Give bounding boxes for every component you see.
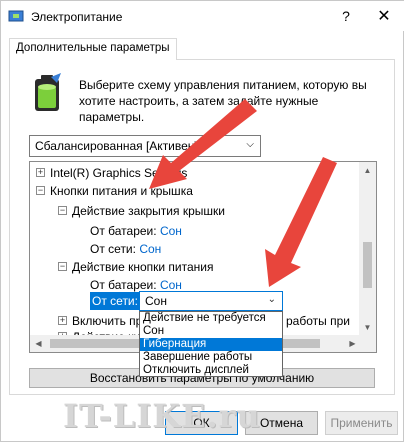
collapse-minus-icon[interactable]: − [36, 186, 45, 195]
collapse-minus-icon[interactable]: − [58, 206, 67, 215]
tree-item-intel-graphics[interactable]: + Intel(R) Graphics Settings [36, 164, 187, 182]
option-do-nothing[interactable]: Действие не требуется [140, 312, 282, 325]
power-scheme-select[interactable]: Сбалансированная [Активен] ⌵ [29, 135, 261, 157]
description-text: Выберите схему управления питанием, кото… [79, 78, 367, 124]
tree-item-lid-on-battery[interactable]: От батареи: Сон [90, 222, 182, 240]
lid-plugged-in-value[interactable]: Сон [139, 242, 161, 256]
tree-item-power-buttons-lid[interactable]: − Кнопки питания и крышка [36, 182, 193, 200]
option-sleep[interactable]: Сон [140, 325, 282, 338]
button-on-battery-value[interactable]: Сон [160, 278, 182, 292]
scrollbar-corner [359, 335, 376, 352]
tab-advanced-settings[interactable]: Дополнительные параметры [9, 38, 177, 60]
scroll-left-arrow-icon[interactable]: ◀ [30, 335, 47, 352]
close-button[interactable]: ✕ [369, 3, 399, 29]
scroll-down-arrow-icon[interactable]: ▼ [359, 319, 376, 336]
tree-item-lid-plugged-in[interactable]: От сети: Сон [90, 240, 161, 258]
window-title: Электропитание [31, 10, 123, 24]
title-bar: Электропитание ? ✕ [1, 1, 404, 31]
tree-item-power-button-action[interactable]: − Действие кнопки питания [58, 258, 214, 276]
tree-item-lid-close-action[interactable]: − Действие закрытия крышки [58, 202, 225, 220]
power-options-window: Электропитание ? ✕ Дополнительные параме… [0, 0, 404, 442]
option-hibernate[interactable]: Гибернация [140, 338, 282, 351]
power-options-icon [8, 10, 24, 22]
apply-button[interactable]: Применить [325, 411, 398, 435]
scroll-up-arrow-icon[interactable]: ▲ [359, 162, 376, 179]
site-watermark: IT-LIKE.ru [63, 397, 261, 435]
power-scheme-value: Сбалансированная [Активен] [35, 139, 198, 153]
chevron-down-icon: ⌵ [246, 139, 254, 150]
vertical-scroll-thumb[interactable] [363, 242, 372, 288]
tree-item-button-plugged-in[interactable]: От сети: [90, 292, 140, 310]
combo-value: Сон [145, 294, 167, 308]
chevron-down-icon[interactable]: ⌄ [268, 294, 276, 305]
option-turn-off-display[interactable]: Отключить дисплей [140, 364, 282, 377]
lid-on-battery-value[interactable]: Сон [160, 224, 182, 238]
vertical-scrollbar[interactable]: ▲ ▼ [359, 162, 376, 336]
help-button[interactable]: ? [331, 3, 361, 29]
battery-icon [35, 73, 61, 111]
collapse-minus-icon[interactable]: − [58, 262, 67, 271]
expand-plus-icon[interactable]: + [58, 316, 67, 325]
plugged-in-action-dropdown[interactable]: Действие не требуется Сон Гибернация Зав… [139, 311, 283, 377]
expand-plus-icon[interactable]: + [36, 168, 45, 177]
plugged-in-action-combo[interactable]: Сон ⌄ [139, 291, 283, 311]
option-shut-down[interactable]: Завершение работы [140, 351, 282, 364]
tree-item-enable-option-tail: работы при [286, 314, 350, 328]
